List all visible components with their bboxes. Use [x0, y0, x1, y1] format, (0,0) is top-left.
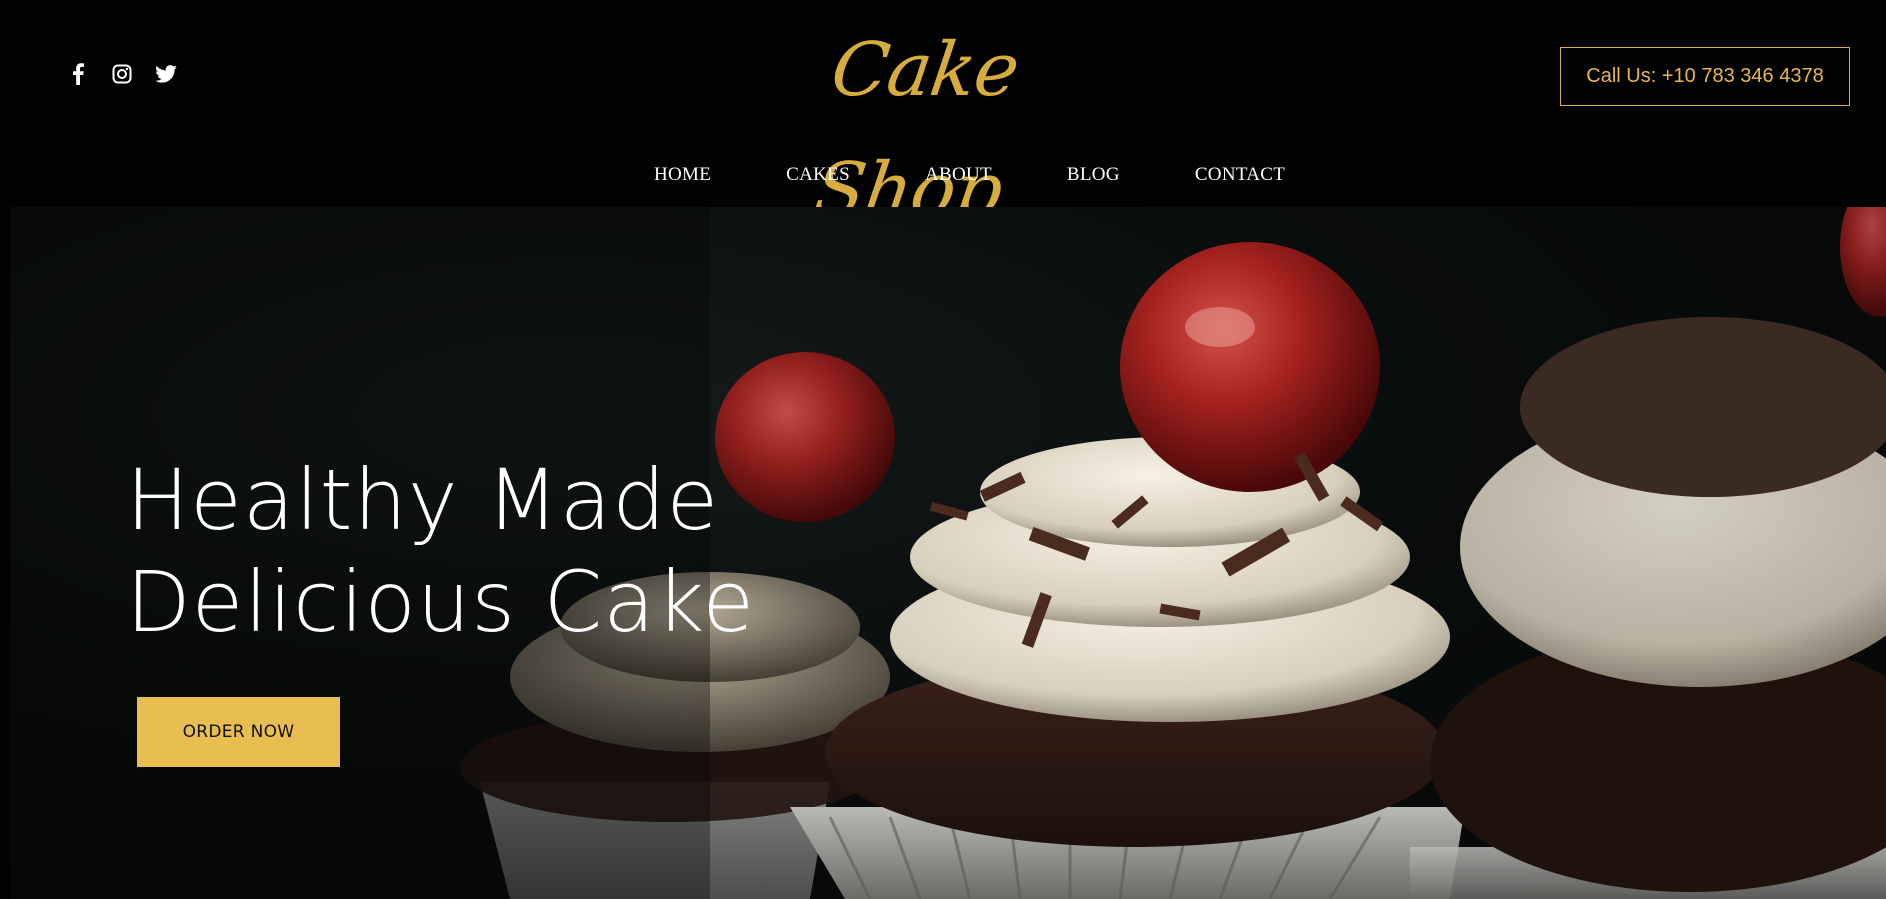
hero-title-line-2: Delicious Cake — [126, 553, 756, 651]
hero-section: Healthy Made Delicious Cake ORDER NOW — [10, 207, 1886, 899]
nav-item-home[interactable]: HOME — [654, 164, 711, 186]
main-nav: HOME CAKES ABOUT BLOG CONTACT — [654, 164, 1285, 186]
order-now-button[interactable]: ORDER NOW — [137, 697, 340, 767]
site-logo[interactable]: Cake Shop — [752, 10, 1099, 233]
hero-title: Healthy Made Delicious Cake — [126, 449, 755, 653]
hero-title-line-1: Healthy Made — [126, 451, 720, 549]
social-links — [66, 62, 178, 86]
nav-item-cakes[interactable]: CAKES — [786, 164, 850, 186]
nav-item-blog[interactable]: BLOG — [1067, 164, 1120, 186]
facebook-icon[interactable] — [66, 62, 90, 86]
call-us-button[interactable]: Call Us: +10 783 346 4378 — [1560, 47, 1850, 106]
instagram-icon[interactable] — [110, 62, 134, 86]
twitter-icon[interactable] — [154, 62, 178, 86]
site-header: Cake Shop Call Us: +10 783 346 4378 HOME… — [0, 0, 1886, 233]
nav-item-about[interactable]: ABOUT — [925, 164, 992, 186]
nav-item-contact[interactable]: CONTACT — [1195, 164, 1285, 186]
